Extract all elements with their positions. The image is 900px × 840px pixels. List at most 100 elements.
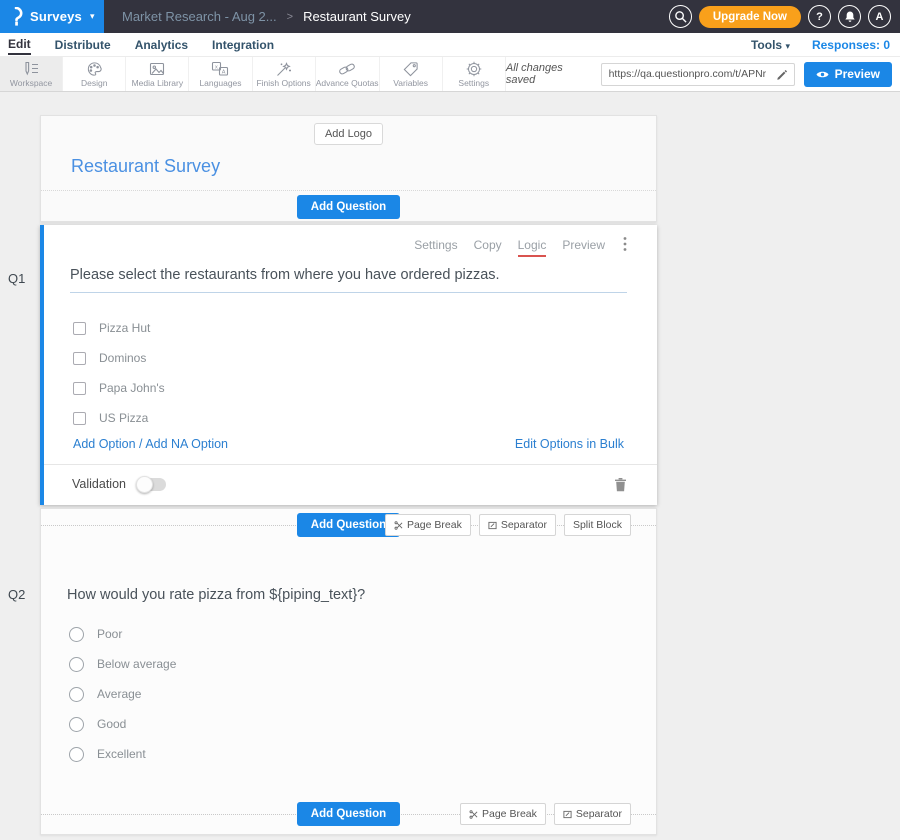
- tag-icon: [402, 61, 419, 77]
- option-row: Good: [67, 709, 626, 739]
- toolbar-tab-variables[interactable]: Variables: [380, 57, 443, 91]
- q1-gutter-label: Q1: [8, 271, 25, 286]
- header-actions: Upgrade Now ? A: [669, 5, 900, 28]
- q2-options-list: Poor Below average Average Good Excellen…: [41, 603, 656, 769]
- validation-toggle[interactable]: [138, 478, 166, 491]
- tab-distribute[interactable]: Distribute: [55, 35, 111, 54]
- toolbar-tab-advance-quotas[interactable]: Advance Quotas: [316, 57, 380, 91]
- insert-row-top: Add Question Page Break Separator Split …: [41, 509, 656, 541]
- breadcrumb-survey-name[interactable]: Restaurant Survey: [303, 9, 411, 24]
- checkbox-papa-johns[interactable]: [73, 382, 86, 395]
- q2-question-text[interactable]: How would you rate pizza from ${piping_t…: [67, 587, 626, 603]
- chain-link-icon: [338, 61, 356, 77]
- checkbox-us-pizza[interactable]: [73, 412, 86, 425]
- add-na-option-link[interactable]: Add NA Option: [145, 437, 228, 451]
- tools-menu[interactable]: Tools ▾: [751, 38, 790, 52]
- svg-text:A: A: [222, 69, 226, 75]
- question-2-block: Add Question Page Break Separator Split …: [40, 508, 657, 835]
- option-row: US Pizza: [70, 403, 627, 433]
- tab-analytics[interactable]: Analytics: [135, 35, 188, 54]
- q2-gutter-label: Q2: [8, 587, 25, 602]
- option-links-slash: /: [139, 437, 142, 451]
- workspace-icon: [22, 61, 40, 77]
- question-mark-icon: ?: [816, 11, 823, 23]
- breadcrumb-separator-icon: >: [287, 11, 293, 23]
- toolbar-tab-languages[interactable]: xA Languages: [189, 57, 252, 91]
- radio-excellent[interactable]: [69, 747, 84, 762]
- toolbar-right: All changes saved Preview: [506, 57, 900, 91]
- search-button[interactable]: [669, 5, 692, 28]
- insert-row-bottom: Add Question Page Break Separator: [41, 800, 656, 828]
- survey-url-box: [601, 63, 795, 86]
- avatar-initial: A: [876, 11, 884, 23]
- page-break-button[interactable]: Page Break: [385, 514, 471, 536]
- q1-settings-link[interactable]: Settings: [414, 238, 457, 255]
- q1-action-menu: Settings Copy Logic Preview: [44, 225, 657, 257]
- option-row: Excellent: [67, 739, 626, 769]
- radio-below-average[interactable]: [69, 657, 84, 672]
- help-button[interactable]: ?: [808, 5, 831, 28]
- responses-count[interactable]: Responses: 0: [812, 38, 890, 52]
- bell-icon: [844, 10, 856, 23]
- toolbar-tab-media-library[interactable]: Media Library: [126, 57, 189, 91]
- toolbar-tab-workspace[interactable]: Workspace: [0, 57, 63, 91]
- split-block-button[interactable]: Split Block: [564, 514, 631, 536]
- toolbar-tab-finish-options[interactable]: Finish Options: [253, 57, 316, 91]
- avatar[interactable]: A: [868, 5, 891, 28]
- add-option-link[interactable]: Add Option: [73, 437, 136, 451]
- notifications-button[interactable]: [838, 5, 861, 28]
- edit-url-pencil-icon[interactable]: [770, 68, 794, 80]
- toolbar-tab-design[interactable]: Design: [63, 57, 126, 91]
- add-question-button-top[interactable]: Add Question: [297, 195, 400, 219]
- separator-button[interactable]: Separator: [479, 514, 556, 536]
- survey-nav: Edit Distribute Analytics Integration To…: [0, 33, 900, 57]
- editor-toolbar: Workspace Design Media Library xA Langua…: [0, 57, 900, 92]
- delete-question-trash-icon[interactable]: [614, 477, 627, 492]
- chevron-down-icon: ▾: [90, 11, 95, 22]
- breadcrumb: Market Research - Aug 2... > Restaurant …: [122, 9, 411, 24]
- more-options-kebab-icon[interactable]: [623, 236, 627, 255]
- product-label: Surveys: [30, 9, 82, 24]
- survey-title[interactable]: Restaurant Survey: [71, 156, 656, 177]
- questionpro-logo-icon: [9, 7, 23, 26]
- product-menu[interactable]: Surveys ▾: [0, 0, 104, 33]
- edit-options-in-bulk-link[interactable]: Edit Options in Bulk: [515, 437, 624, 451]
- svg-text:x: x: [215, 64, 218, 70]
- page-break-button[interactable]: Page Break: [460, 803, 546, 825]
- checkbox-dominos[interactable]: [73, 352, 86, 365]
- validation-label: Validation: [72, 477, 126, 491]
- survey-header-block: Add Logo Restaurant Survey Add Question: [40, 115, 657, 222]
- q1-question-text[interactable]: Please select the restaurants from where…: [70, 267, 627, 293]
- magic-wand-icon: [275, 61, 293, 77]
- checkbox-pizza-hut[interactable]: [73, 322, 86, 335]
- q1-copy-link[interactable]: Copy: [474, 238, 502, 255]
- palette-icon: [86, 61, 103, 77]
- breadcrumb-folder[interactable]: Market Research - Aug 2...: [122, 9, 277, 24]
- add-logo-button[interactable]: Add Logo: [314, 123, 383, 145]
- chevron-down-icon: ▾: [785, 41, 790, 51]
- q1-logic-link[interactable]: Logic: [518, 238, 547, 257]
- radio-good[interactable]: [69, 717, 84, 732]
- radio-poor[interactable]: [69, 627, 84, 642]
- q1-preview-link[interactable]: Preview: [562, 238, 605, 255]
- separator-button[interactable]: Separator: [554, 803, 631, 825]
- survey-url-input[interactable]: [602, 68, 770, 80]
- option-row: Average: [67, 679, 626, 709]
- tab-edit[interactable]: Edit: [8, 34, 31, 55]
- tab-integration[interactable]: Integration: [212, 35, 274, 54]
- option-row: Pizza Hut: [70, 313, 627, 343]
- search-icon: [674, 10, 687, 23]
- radio-average[interactable]: [69, 687, 84, 702]
- eye-icon: [816, 70, 829, 79]
- option-row: Poor: [67, 619, 626, 649]
- preview-button[interactable]: Preview: [804, 62, 892, 87]
- upgrade-now-button[interactable]: Upgrade Now: [699, 6, 801, 28]
- option-row: Below average: [67, 649, 626, 679]
- toolbar-tab-settings[interactable]: Settings: [443, 57, 506, 91]
- top-header: Surveys ▾ Market Research - Aug 2... > R…: [0, 0, 900, 33]
- save-status: All changes saved: [506, 62, 592, 86]
- add-question-button-bottom[interactable]: Add Question: [297, 802, 400, 826]
- nav-right: Tools ▾ Responses: 0: [751, 38, 900, 52]
- survey-canvas: Q1 Q2 Add Logo Restaurant Survey Add Que…: [0, 92, 900, 840]
- gear-icon: [466, 61, 482, 77]
